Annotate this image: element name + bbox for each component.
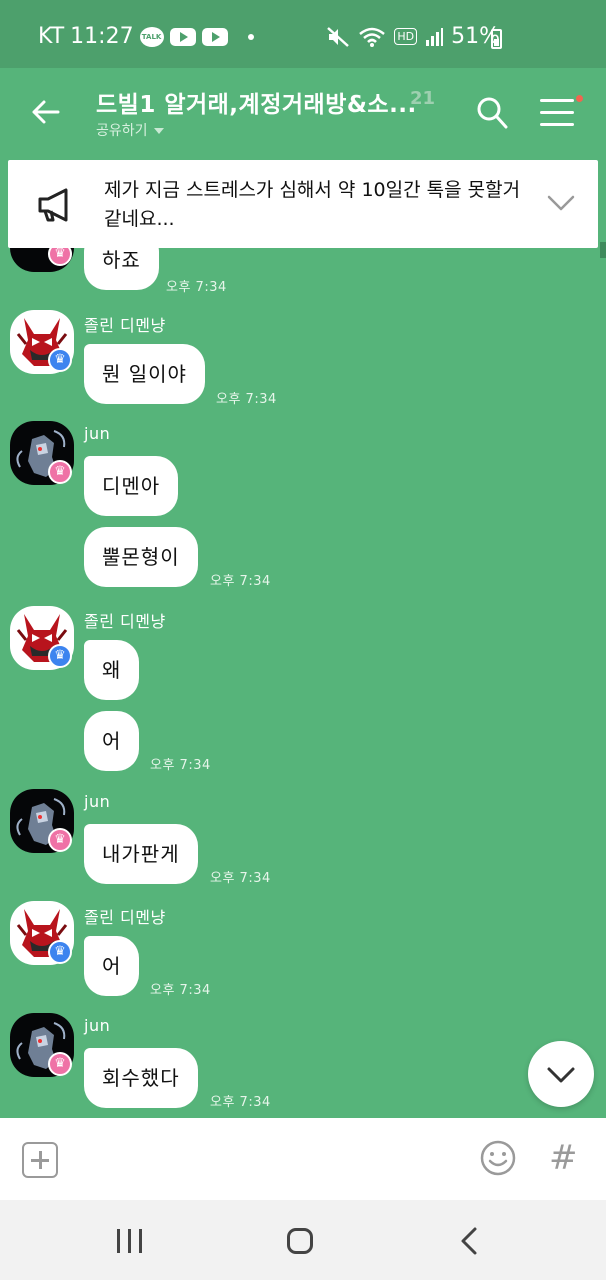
hashtag-button[interactable]: #: [549, 1138, 578, 1178]
message-time: 오후 7:34: [210, 1095, 271, 1110]
crown-badge-icon: [48, 644, 72, 668]
plus-square-icon[interactable]: [22, 1142, 58, 1178]
sender-name[interactable]: 졸린 디멘냥: [84, 608, 166, 632]
chat-header: 드빌1 알거래,계정거래방&소... 21 공유하기: [0, 68, 606, 160]
battery-icon: [491, 29, 502, 49]
megaphone-icon: [38, 188, 68, 222]
notice-text: 제가 지금 스트레스가 심해서 약 10일간 톡을 못할거 같네요...: [104, 179, 521, 230]
share-dropdown[interactable]: 공유하기: [96, 120, 164, 140]
system-navigation-bar: [0, 1200, 606, 1280]
sender-name[interactable]: 졸린 디멘냥: [84, 312, 166, 336]
wifi-icon: [359, 27, 386, 47]
hd-voice-icon: HD: [394, 28, 418, 45]
youtube-notification-icon: [169, 27, 196, 46]
message-text: 어: [102, 954, 122, 978]
message-text: 내가판게: [102, 842, 180, 866]
status-right: HD 51%: [326, 24, 500, 49]
message-text: 하죠: [102, 248, 141, 272]
clock: 11:27: [70, 24, 134, 49]
crown-badge-icon: [48, 460, 72, 484]
message-time: 오후 7:34: [166, 280, 227, 295]
message-bubble[interactable]: 디멘아: [84, 456, 179, 516]
message-text: 디멘아: [102, 474, 161, 498]
message-time: 오후 7:34: [216, 392, 277, 407]
crown-badge-icon: [48, 348, 72, 372]
smiley-icon[interactable]: [480, 1140, 516, 1176]
scroll-to-bottom-button[interactable]: [528, 1041, 594, 1107]
message-text: 회수했다: [102, 1066, 180, 1090]
search-icon[interactable]: [476, 96, 508, 130]
message-input-bar: #: [0, 1118, 606, 1200]
mute-icon: [327, 26, 350, 47]
message-bubble[interactable]: 왜: [84, 640, 140, 700]
recent-apps-icon[interactable]: [117, 1229, 143, 1253]
crown-badge-icon: [48, 1052, 72, 1076]
crown-badge-icon: [48, 828, 72, 852]
share-label: 공유하기: [96, 123, 148, 139]
message-bubble[interactable]: 내가판게: [84, 824, 198, 884]
sender-name[interactable]: jun: [84, 792, 110, 811]
more-notifications-dot-icon: [247, 33, 254, 40]
member-count: 21: [410, 88, 436, 109]
message-time: 오후 7:34: [150, 983, 211, 998]
crown-badge-icon: [48, 940, 72, 964]
message-text: 어: [102, 729, 122, 753]
sender-name[interactable]: jun: [84, 424, 110, 443]
message-bubble[interactable]: 뭔 일이야: [84, 344, 205, 404]
status-left: KT 11:27 TALK: [38, 24, 254, 49]
home-icon[interactable]: [287, 1228, 313, 1254]
back-arrow-icon[interactable]: [28, 94, 64, 130]
status-bar: KT 11:27 TALK HD 51%: [0, 0, 606, 68]
message-bubble[interactable]: 어: [84, 711, 140, 771]
message-text: 왜: [102, 658, 122, 682]
new-notification-dot: [576, 95, 583, 102]
sender-name[interactable]: jun: [84, 1016, 110, 1035]
hamburger-menu-icon[interactable]: [540, 99, 576, 127]
caret-down-icon: [153, 128, 164, 134]
message-text: 뭔 일이야: [102, 362, 187, 386]
chevron-down-icon[interactable]: [546, 192, 576, 214]
message-bubble[interactable]: 뿔몬형이: [84, 527, 198, 587]
message-time: 오후 7:34: [150, 758, 211, 773]
message-bubble[interactable]: 어: [84, 936, 140, 996]
sender-name[interactable]: 졸린 디멘냥: [84, 904, 166, 928]
message-text: 뿔몬형이: [102, 545, 180, 569]
message-time: 오후 7:34: [210, 871, 271, 886]
signal-icon: [426, 27, 444, 46]
chat-room-title[interactable]: 드빌1 알거래,계정거래방&소...: [96, 85, 417, 119]
carrier-label: KT: [38, 24, 65, 49]
message-bubble[interactable]: 하죠: [84, 248, 159, 290]
pinned-notice[interactable]: 제가 지금 스트레스가 심해서 약 10일간 톡을 못할거 같네요...: [8, 160, 598, 248]
chevron-down-icon: [547, 1067, 575, 1083]
youtube-notification-icon-2: [201, 27, 228, 46]
message-time: 오후 7:34: [210, 574, 271, 589]
back-chevron-icon[interactable]: [458, 1226, 480, 1256]
kakaotalk-notification-icon: TALK: [139, 26, 164, 47]
message-bubble[interactable]: 회수했다: [84, 1048, 198, 1108]
chat-messages[interactable]: 하죠 오후 7:34 졸린 디멘냥 뭔 일이야 오후 7:34 jun 디멘아 …: [0, 248, 606, 1118]
